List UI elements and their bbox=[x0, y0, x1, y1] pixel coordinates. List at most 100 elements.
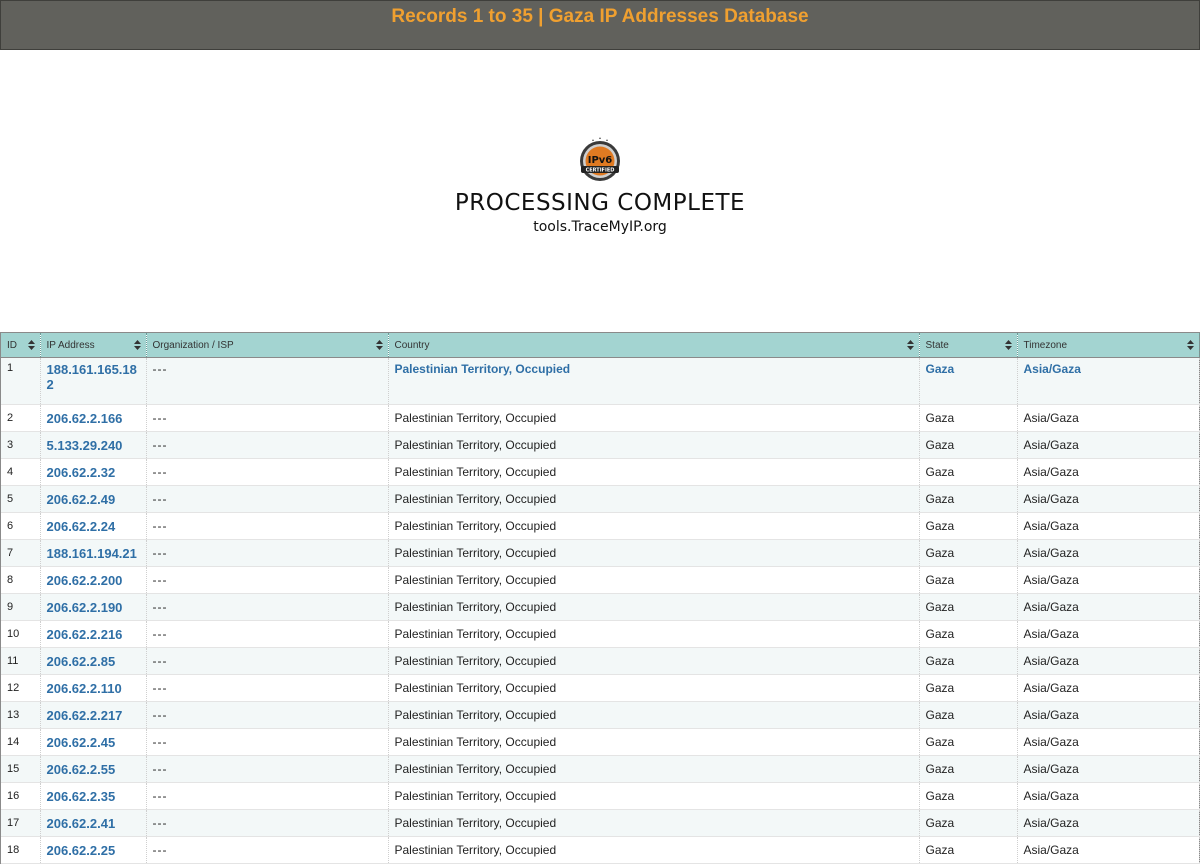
cell-timezone: Asia/Gaza bbox=[1017, 431, 1200, 459]
ip-address-link[interactable]: 206.62.2.25 bbox=[47, 843, 116, 858]
cell-organization: --- bbox=[146, 458, 389, 486]
cell-country: Palestinian Territory, Occupied bbox=[388, 701, 920, 729]
page-header: Records 1 to 35 | Gaza IP Addresses Data… bbox=[0, 0, 1200, 50]
column-header-organization-isp[interactable]: Organization / ISP bbox=[146, 333, 389, 358]
cell-id: 14 bbox=[1, 728, 41, 756]
cell-id: 17 bbox=[1, 809, 41, 837]
cell-organization: --- bbox=[146, 485, 389, 513]
ip-address-link[interactable]: 206.62.2.45 bbox=[47, 735, 116, 750]
cell-timezone: Asia/Gaza bbox=[1017, 539, 1200, 567]
cell-country: Palestinian Territory, Occupied bbox=[388, 357, 920, 405]
ip-address-link[interactable]: 206.62.2.49 bbox=[47, 492, 116, 507]
ip-address-link[interactable]: 206.62.2.85 bbox=[47, 654, 116, 669]
cell-id: 1 bbox=[1, 357, 41, 405]
cell-organization: --- bbox=[146, 539, 389, 567]
cell-organization: --- bbox=[146, 512, 389, 540]
table-row: 14 206.62.2.45 --- Palestinian Territory, O… bbox=[1, 728, 1200, 756]
sort-arrows-icon[interactable] bbox=[375, 340, 383, 350]
cell-timezone: Asia/Gaza bbox=[1017, 593, 1200, 621]
cell-id: 2 bbox=[1, 404, 41, 432]
cell-id: 7 bbox=[1, 539, 41, 567]
cell-organization: --- bbox=[146, 809, 389, 837]
cell-state: Gaza bbox=[919, 404, 1018, 432]
ip-address-link[interactable]: 188.161.194.21 bbox=[47, 546, 137, 561]
records-table-container: ID IP Address Organization / ISP Country Sta… bbox=[0, 332, 1200, 864]
cell-timezone: Asia/Gaza bbox=[1017, 836, 1200, 864]
cell-organization: --- bbox=[146, 782, 389, 810]
column-header-state[interactable]: State bbox=[919, 333, 1018, 358]
cell-ip-address: 188.161.165.182 bbox=[40, 357, 147, 405]
cell-ip-address: 206.62.2.110 bbox=[40, 674, 147, 702]
cell-timezone: Asia/Gaza bbox=[1017, 512, 1200, 540]
cell-organization: --- bbox=[146, 431, 389, 459]
cell-id: 13 bbox=[1, 701, 41, 729]
ip-address-link[interactable]: 206.62.2.216 bbox=[47, 627, 123, 642]
cell-timezone: Asia/Gaza bbox=[1017, 809, 1200, 837]
cell-timezone: Asia/Gaza bbox=[1017, 404, 1200, 432]
page-title: Records 1 to 35 | Gaza IP Addresses Data… bbox=[391, 6, 809, 27]
column-header-id[interactable]: ID bbox=[1, 333, 41, 358]
column-header-timezone[interactable]: Timezone bbox=[1017, 333, 1200, 358]
cell-state: Gaza bbox=[919, 593, 1018, 621]
ip-address-link[interactable]: 5.133.29.240 bbox=[47, 438, 123, 453]
cell-timezone: Asia/Gaza bbox=[1017, 485, 1200, 513]
ip-address-link[interactable]: 206.62.2.166 bbox=[47, 411, 123, 426]
cell-timezone: Asia/Gaza bbox=[1017, 674, 1200, 702]
ip-address-link[interactable]: 206.62.2.24 bbox=[47, 519, 116, 534]
cell-country: Palestinian Territory, Occupied bbox=[388, 458, 920, 486]
cell-timezone: Asia/Gaza bbox=[1017, 728, 1200, 756]
cell-state: Gaza bbox=[919, 674, 1018, 702]
ip-address-link[interactable]: 206.62.2.32 bbox=[47, 465, 116, 480]
column-header-label: Timezone bbox=[1023, 339, 1068, 351]
cell-country: Palestinian Territory, Occupied bbox=[388, 593, 920, 621]
cell-organization: --- bbox=[146, 674, 389, 702]
table-row: 12 206.62.2.110 --- Palestinian Territory, … bbox=[1, 674, 1200, 702]
table-row: 11 206.62.2.85 --- Palestinian Territory, O… bbox=[1, 647, 1200, 675]
cell-state: Gaza bbox=[919, 728, 1018, 756]
cell-ip-address: 206.62.2.200 bbox=[40, 566, 147, 594]
table-row: 7 188.161.194.21 --- Palestinian Territory,… bbox=[1, 539, 1200, 567]
table-row: 1 188.161.165.182 --- Palestinian Territory… bbox=[1, 357, 1200, 405]
ip-address-link[interactable]: 206.62.2.110 bbox=[47, 681, 122, 696]
sort-arrows-icon[interactable] bbox=[27, 340, 35, 350]
ip-address-link[interactable]: 206.62.2.55 bbox=[47, 762, 116, 777]
cell-organization: --- bbox=[146, 620, 389, 648]
column-header-ip-address[interactable]: IP Address bbox=[40, 333, 147, 358]
table-row: 8 206.62.2.200 --- Palestinian Territory, O… bbox=[1, 566, 1200, 594]
cell-id: 6 bbox=[1, 512, 41, 540]
table-header-row: ID IP Address Organization / ISP Country Sta… bbox=[1, 333, 1200, 358]
ip-address-link[interactable]: 206.62.2.190 bbox=[47, 600, 123, 615]
table-row: 15 206.62.2.55 --- Palestinian Territory, O… bbox=[1, 755, 1200, 783]
cell-ip-address: 206.62.2.85 bbox=[40, 647, 147, 675]
cell-timezone: Asia/Gaza bbox=[1017, 566, 1200, 594]
ip-address-link[interactable]: 206.62.2.217 bbox=[47, 708, 123, 723]
cell-state: Gaza bbox=[919, 620, 1018, 648]
column-header-country[interactable]: Country bbox=[388, 333, 920, 358]
cell-organization: --- bbox=[146, 836, 389, 864]
processing-title: PROCESSING COMPLETE bbox=[454, 190, 746, 216]
ip-address-link[interactable]: 188.161.165.182 bbox=[47, 362, 137, 392]
cell-organization: --- bbox=[146, 566, 389, 594]
sort-arrows-icon[interactable] bbox=[906, 340, 914, 350]
table-row: 3 5.133.29.240 --- Palestinian Territory, O… bbox=[1, 431, 1200, 459]
badge-text: IPv6 bbox=[588, 155, 613, 166]
cell-state: Gaza bbox=[919, 431, 1018, 459]
cell-timezone: Asia/Gaza bbox=[1017, 782, 1200, 810]
sort-arrows-icon[interactable] bbox=[1186, 340, 1194, 350]
table-row: 16 206.62.2.35 --- Palestinian Territory, O… bbox=[1, 782, 1200, 810]
cell-country: Palestinian Territory, Occupied bbox=[388, 728, 920, 756]
cell-country: Palestinian Territory, Occupied bbox=[388, 836, 920, 864]
ip-address-link[interactable]: 206.62.2.41 bbox=[47, 816, 116, 831]
sort-arrows-icon[interactable] bbox=[133, 340, 141, 350]
cell-timezone: Asia/Gaza bbox=[1017, 620, 1200, 648]
cell-state: Gaza bbox=[919, 458, 1018, 486]
cell-country: Palestinian Territory, Occupied bbox=[388, 404, 920, 432]
cell-id: 11 bbox=[1, 647, 41, 675]
cell-id: 9 bbox=[1, 593, 41, 621]
cell-timezone: Asia/Gaza bbox=[1017, 458, 1200, 486]
ip-address-link[interactable]: 206.62.2.200 bbox=[47, 573, 123, 588]
cell-organization: --- bbox=[146, 728, 389, 756]
ip-address-link[interactable]: 206.62.2.35 bbox=[47, 789, 116, 804]
table-body: 1 188.161.165.182 --- Palestinian Territory… bbox=[1, 357, 1200, 864]
sort-arrows-icon[interactable] bbox=[1004, 340, 1012, 350]
